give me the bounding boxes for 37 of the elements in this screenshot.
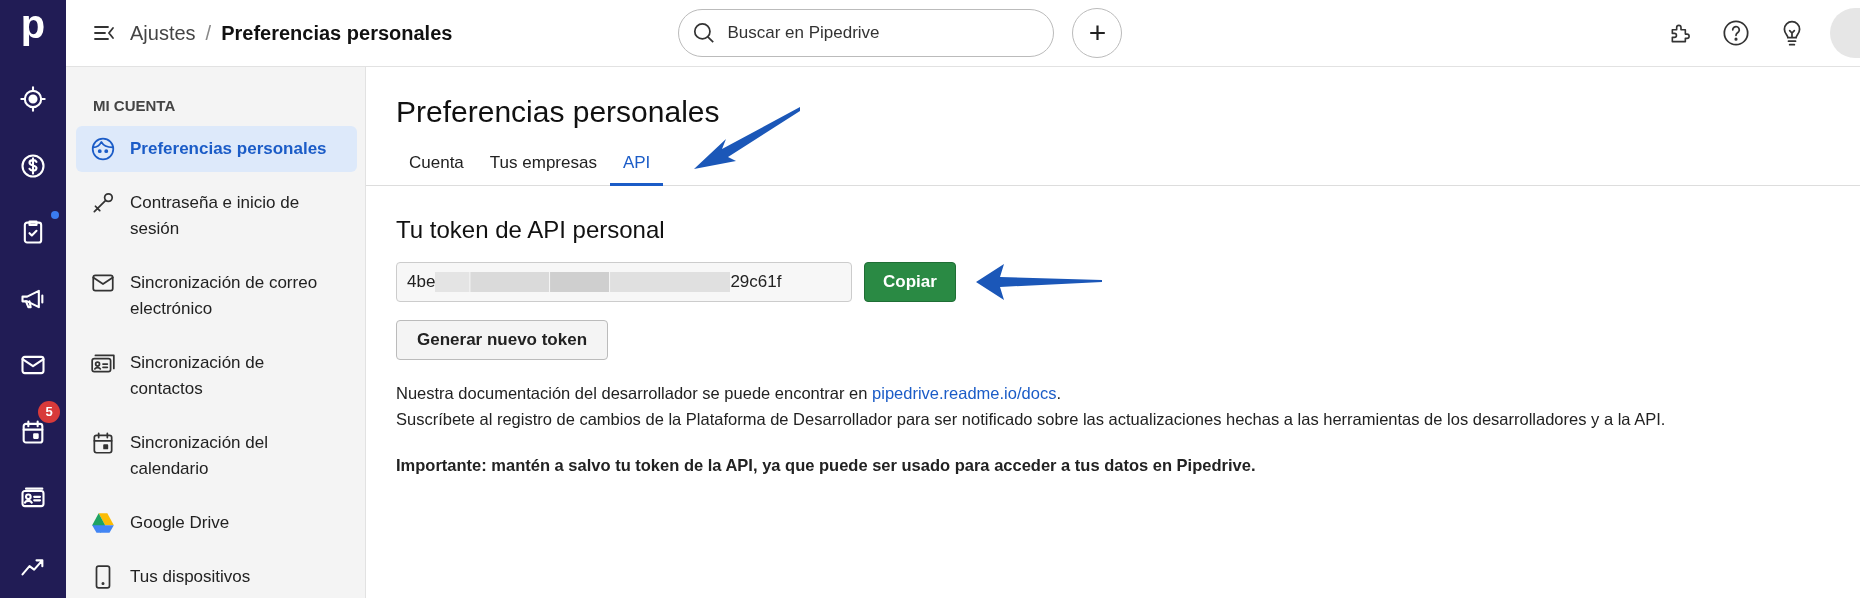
- documentation-link[interactable]: pipedrive.readme.io/docs: [872, 384, 1057, 402]
- sidebar-item[interactable]: Preferencias personales: [76, 126, 357, 172]
- breadcrumb-separator: /: [205, 21, 212, 45]
- page-title: Preferencias personales: [221, 21, 453, 45]
- app-logo[interactable]: p: [20, 4, 46, 44]
- breadcrumb-link[interactable]: Ajustes: [130, 21, 196, 45]
- tab[interactable]: API: [609, 145, 664, 186]
- key-icon: [90, 190, 116, 216]
- section-heading: MI CUENTA: [93, 97, 177, 114]
- generate-token-button[interactable]: Generar nuevo token: [396, 320, 609, 360]
- dollar-icon: [19, 151, 47, 180]
- calendar-icon: [90, 430, 116, 456]
- help-icon[interactable]: [1722, 19, 1750, 47]
- rail-item[interactable]: 5: [0, 398, 66, 465]
- sidebar-item[interactable]: Google Drive: [76, 500, 357, 546]
- tab[interactable]: Cuenta: [396, 145, 477, 186]
- token-text: 29c61f: [730, 272, 782, 292]
- sidebar-item[interactable]: Sincronización del calendario: [76, 420, 357, 492]
- token-field[interactable]: 4be 29c61f: [396, 262, 852, 302]
- notification-badge: 5: [38, 400, 60, 423]
- drive-icon: [90, 510, 116, 536]
- section-heading: Tu token de API personal: [396, 216, 666, 244]
- face-icon: [90, 136, 116, 162]
- tab[interactable]: Tus empresas: [476, 145, 610, 186]
- documentation-text: Nuestra documentación del desarrollador se puede encontrar en pipedrive.readme.io/docs.: [396, 383, 1062, 404]
- sidebar-item[interactable]: Contraseña e inicio de sesión: [76, 180, 357, 252]
- warning-text: Importante: mantén a salvo tu token de la API, ya que puede ser usado para acceder a tus datos en Pipedrive.: [396, 455, 1257, 476]
- sidebar-item[interactable]: Tus dispositivos: [76, 554, 357, 598]
- token-text: 4be: [407, 272, 436, 292]
- sidebar-item[interactable]: Sincronización de contactos: [76, 340, 357, 412]
- page-heading: Preferencias personales: [396, 95, 721, 129]
- changelog-text: Suscríbete al registro de cambios de la Plataforma de Desarrollador para ser notificado sobre las actualizaciones hechas a las herramientas de los desarrolladores y a la API.: [396, 409, 1667, 430]
- search-field[interactable]: Buscar en Pipedrive: [678, 9, 1055, 57]
- sidebar-item[interactable]: Sincronización de correo electrónico: [76, 260, 357, 332]
- target-icon: [19, 85, 47, 114]
- add-button[interactable]: +: [1072, 8, 1123, 58]
- copy-button[interactable]: Copiar: [864, 262, 956, 302]
